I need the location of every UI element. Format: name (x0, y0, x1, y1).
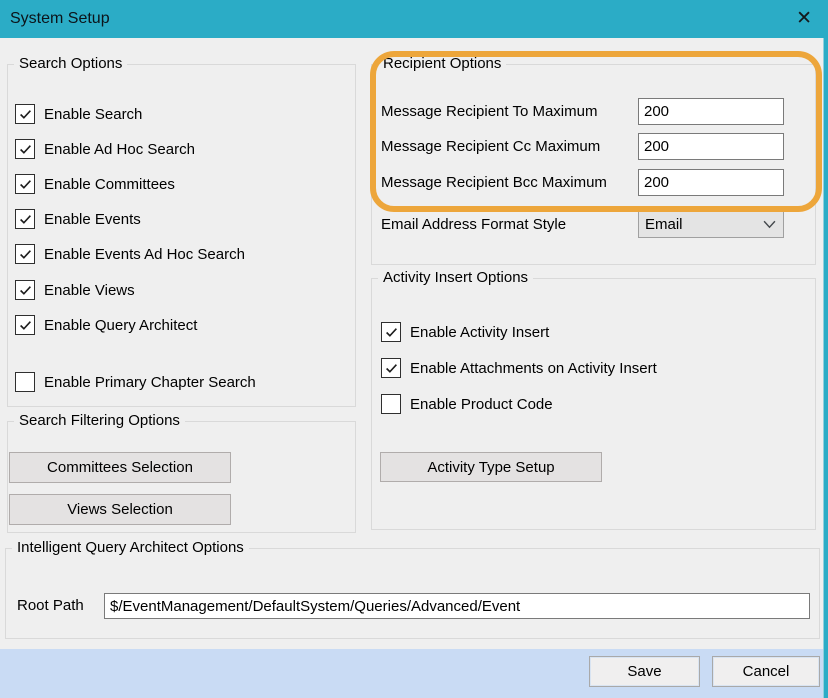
group-title: Activity Insert Options (378, 269, 533, 286)
titlebar: System Setup ✕ (0, 0, 828, 38)
chevron-down-icon (763, 220, 776, 229)
enable-search-checkbox[interactable] (15, 104, 35, 124)
window-right-border (823, 38, 828, 698)
save-button[interactable]: Save (589, 656, 700, 687)
checkbox-label: Enable Committees (44, 176, 175, 193)
checkbox-label: Enable Views (44, 282, 135, 299)
system-setup-dialog: System Setup ✕ Search Options Enable Sea… (0, 0, 828, 698)
enable-query-architect-checkbox[interactable] (15, 315, 35, 335)
checkbox-label: Enable Search (44, 106, 142, 123)
checkbox-label: Enable Query Architect (44, 317, 197, 334)
field-label: Message Recipient Cc Maximum (381, 133, 600, 160)
views-selection-button[interactable]: Views Selection (9, 494, 231, 525)
group-title: Search Options (14, 55, 127, 72)
checkbox-label: Enable Primary Chapter Search (44, 374, 256, 391)
intelligent-query-architect-options-group: Intelligent Query Architect Options Root… (5, 548, 820, 639)
checkbox-row: Enable Attachments on Activity Insert (381, 357, 657, 379)
checkbox-row: Enable Query Architect (15, 314, 197, 336)
activity-type-setup-button[interactable]: Activity Type Setup (380, 452, 602, 482)
checkbox-label: Enable Ad Hoc Search (44, 141, 195, 158)
checkbox-label: Enable Events (44, 211, 141, 228)
group-title: Recipient Options (378, 55, 506, 72)
committees-selection-button[interactable]: Committees Selection (9, 452, 231, 483)
checkbox-label: Enable Activity Insert (410, 324, 549, 341)
checkbox-row: Enable Search (15, 103, 142, 125)
recipient-cc-maximum-input[interactable] (638, 133, 784, 160)
cancel-button[interactable]: Cancel (712, 656, 820, 687)
recipient-bcc-maximum-input[interactable] (638, 169, 784, 196)
field-label: Message Recipient Bcc Maximum (381, 169, 607, 196)
enable-ad-hoc-search-checkbox[interactable] (15, 139, 35, 159)
checkbox-row: Enable Views (15, 279, 135, 301)
enable-committees-checkbox[interactable] (15, 174, 35, 194)
checkbox-row: Enable Committees (15, 173, 175, 195)
email-format-dropdown[interactable]: Email (638, 211, 784, 238)
field-label: Message Recipient To Maximum (381, 98, 597, 125)
enable-activity-insert-checkbox[interactable] (381, 322, 401, 342)
enable-attachments-on-activity-insert-checkbox[interactable] (381, 358, 401, 378)
search-options-group: Search Options Enable Search Enable Ad H… (7, 64, 356, 407)
enable-primary-chapter-search-checkbox[interactable] (15, 372, 35, 392)
checkbox-label: Enable Attachments on Activity Insert (410, 360, 657, 377)
recipient-options-group: Recipient Options Message Recipient To M… (371, 64, 816, 265)
root-path-input[interactable] (104, 593, 810, 619)
group-title: Search Filtering Options (14, 412, 185, 429)
checkbox-row: Enable Activity Insert (381, 321, 549, 343)
checkbox-row: Enable Ad Hoc Search (15, 138, 195, 160)
checkbox-row: Enable Primary Chapter Search (15, 371, 256, 393)
checkbox-row: Enable Events Ad Hoc Search (15, 243, 245, 265)
enable-views-checkbox[interactable] (15, 280, 35, 300)
root-path-label: Root Path (17, 593, 84, 619)
enable-events-ad-hoc-search-checkbox[interactable] (15, 244, 35, 264)
enable-events-checkbox[interactable] (15, 209, 35, 229)
dropdown-selected-value: Email (645, 216, 683, 233)
checkbox-label: Enable Product Code (410, 396, 553, 413)
enable-product-code-checkbox[interactable] (381, 394, 401, 414)
close-icon[interactable]: ✕ (796, 0, 812, 38)
footer-bar: Save Cancel (0, 649, 828, 698)
field-label: Email Address Format Style (381, 211, 566, 238)
activity-insert-options-group: Activity Insert Options Enable Activity … (371, 278, 816, 530)
search-filtering-options-group: Search Filtering Options Committees Sele… (7, 421, 356, 533)
checkbox-row: Enable Events (15, 208, 141, 230)
window-title: System Setup (10, 10, 110, 28)
recipient-to-maximum-input[interactable] (638, 98, 784, 125)
checkbox-label: Enable Events Ad Hoc Search (44, 246, 245, 263)
group-title: Intelligent Query Architect Options (12, 539, 249, 556)
checkbox-row: Enable Product Code (381, 393, 553, 415)
